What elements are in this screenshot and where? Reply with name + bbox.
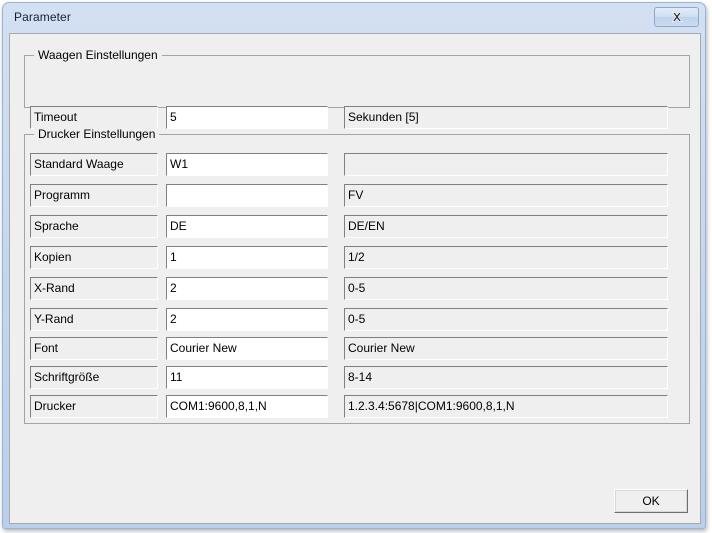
field-hint-y-rand: 0-5 <box>344 308 668 331</box>
field-hint-x-rand: 0-5 <box>344 277 668 300</box>
parameter-dialog-window: Parameter Waagen Einstellungen Timeout 5… <box>2 2 706 529</box>
field-hint-schriftgroesse: 8-14 <box>344 366 668 389</box>
field-hint-kopien: 1/2 <box>344 246 668 269</box>
close-button[interactable] <box>654 7 699 27</box>
field-label-sprache: Sprache <box>30 215 158 238</box>
dialog-client-area: Waagen Einstellungen Timeout 5 Sekunden … <box>9 33 701 524</box>
field-hint-timeout: Sekunden [5] <box>344 106 668 129</box>
field-value-font[interactable]: Courier New <box>166 337 328 360</box>
field-label-x-rand: X-Rand <box>30 277 158 300</box>
field-label-font: Font <box>30 337 158 360</box>
field-value-schriftgroesse[interactable]: 11 <box>166 366 328 389</box>
group-drucker-caption: Drucker Einstellungen <box>34 127 160 141</box>
field-value-y-rand[interactable]: 2 <box>166 308 328 331</box>
group-waagen-einstellungen: Waagen Einstellungen <box>24 48 690 108</box>
close-x-icon <box>671 12 682 22</box>
field-label-schriftgroesse: Schriftgröße <box>30 366 158 389</box>
field-value-sprache[interactable]: DE <box>166 215 328 238</box>
field-value-x-rand[interactable]: 2 <box>166 277 328 300</box>
field-value-drucker[interactable]: COM1:9600,8,1,N <box>166 395 328 418</box>
field-hint-sprache: DE/EN <box>344 215 668 238</box>
field-label-kopien: Kopien <box>30 246 158 269</box>
field-value-standard-waage[interactable]: W1 <box>166 153 328 176</box>
field-label-drucker: Drucker <box>30 395 158 418</box>
field-value-timeout[interactable]: 5 <box>166 106 328 129</box>
field-hint-font: Courier New <box>344 337 668 360</box>
field-value-kopien[interactable]: 1 <box>166 246 328 269</box>
field-value-programm[interactable] <box>166 184 328 207</box>
field-hint-programm: FV <box>344 184 668 207</box>
field-label-timeout: Timeout <box>30 106 158 129</box>
field-label-programm: Programm <box>30 184 158 207</box>
field-hint-drucker: 1.2.3.4:5678|COM1:9600,8,1,N <box>344 395 668 418</box>
title-bar[interactable]: Parameter <box>3 3 705 33</box>
field-hint-standard-waage <box>344 153 668 176</box>
ok-button[interactable]: OK <box>614 489 688 513</box>
field-label-standard-waage: Standard Waage <box>30 153 158 176</box>
field-label-y-rand: Y-Rand <box>30 308 158 331</box>
group-waagen-caption: Waagen Einstellungen <box>34 48 162 62</box>
window-title: Parameter <box>14 10 71 24</box>
